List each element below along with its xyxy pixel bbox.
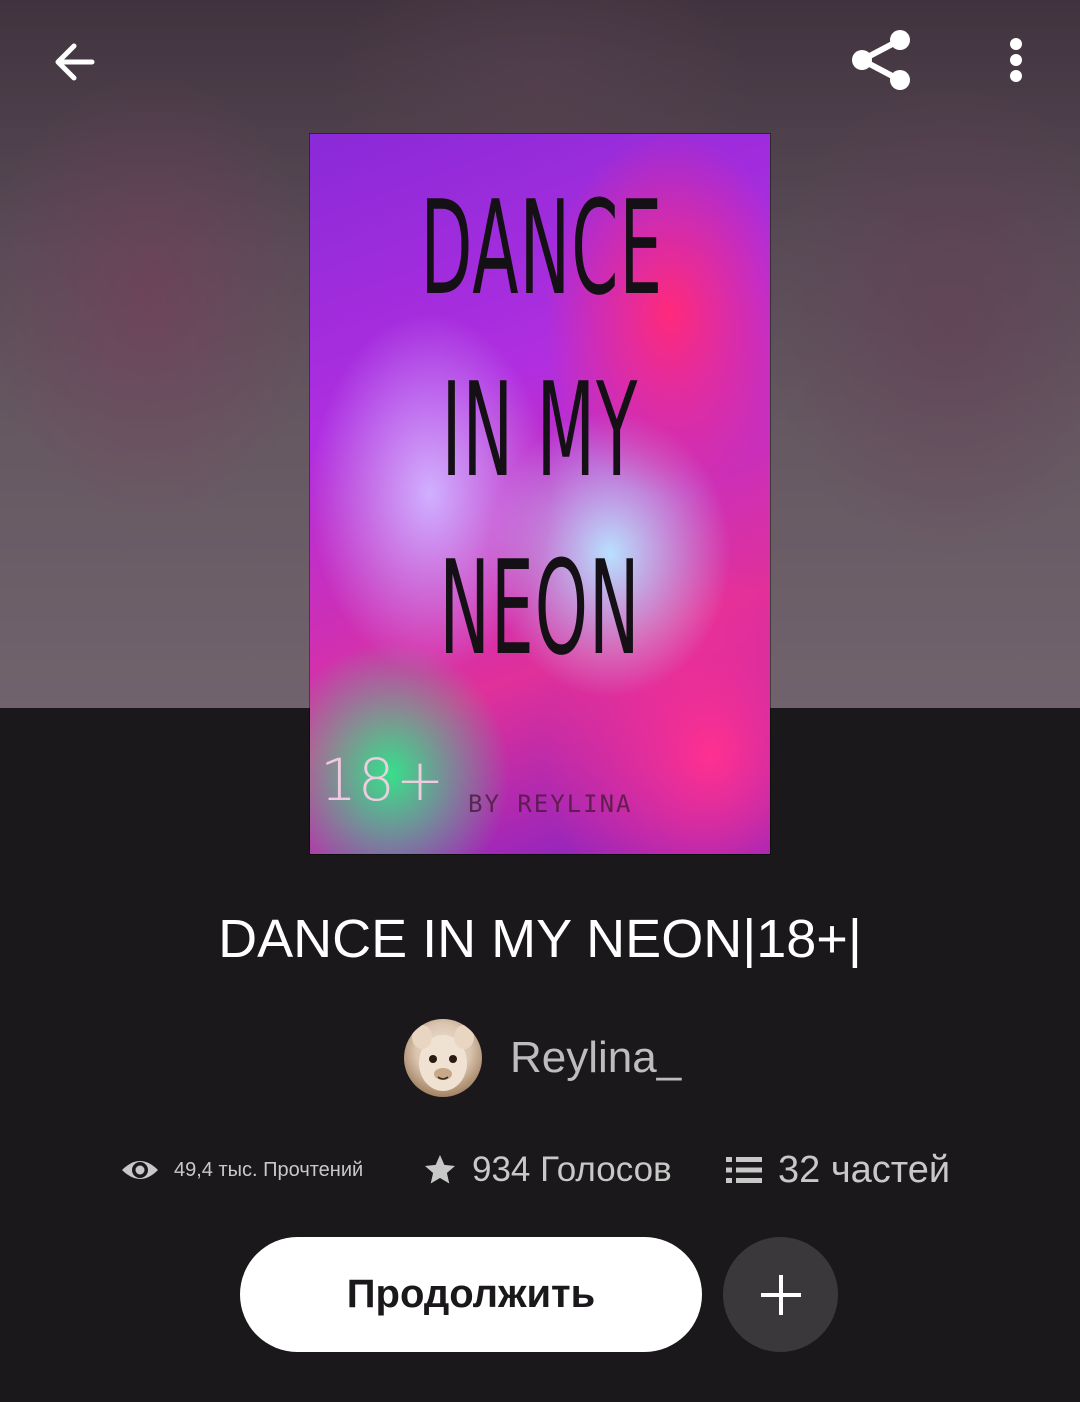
cover-byline: BY REYLINA: [468, 790, 633, 818]
book-cover[interactable]: DANCE IN MY NEON 18+ BY REYLINA: [310, 134, 770, 854]
share-icon: [852, 30, 910, 90]
back-button[interactable]: [38, 26, 110, 98]
author-name: Reylina_: [510, 1033, 682, 1082]
continue-reading-button[interactable]: Продолжить: [240, 1237, 702, 1352]
arrow-left-icon: [55, 43, 95, 81]
list-icon: [726, 1157, 762, 1183]
more-vertical-icon: [1010, 38, 1022, 82]
plus-icon: [760, 1274, 801, 1315]
votes-count: 934 Голосов: [472, 1150, 672, 1189]
reads-stat: 49,4 тыс. Прочтений: [120, 1140, 363, 1200]
parts-count: 32 частей: [778, 1148, 951, 1191]
author-link[interactable]: Reylina_: [404, 1018, 681, 1098]
add-to-library-button[interactable]: [723, 1237, 838, 1352]
eye-icon: [122, 1161, 158, 1179]
cover-title-line: IN MY: [441, 354, 639, 506]
story-stats: 49,4 тыс. Прочтений 934 Голосов 32 часте…: [0, 1140, 1080, 1200]
star-icon: [425, 1155, 455, 1184]
alpaca-avatar-image: [412, 1025, 474, 1091]
share-button[interactable]: [840, 24, 920, 96]
more-options-button[interactable]: [990, 24, 1042, 96]
cover-age-badge: 18+: [320, 746, 446, 814]
avatar: [404, 1019, 482, 1097]
cover-title-line: DANCE: [420, 172, 664, 324]
parts-stat: 32 частей: [726, 1140, 950, 1200]
cover-title-line: NEON: [439, 532, 641, 684]
story-title: DANCE IN MY NEON|18+|: [218, 909, 862, 969]
story-details-screen: DANCE IN MY NEON 18+ BY REYLINA DANCE IN…: [0, 0, 1080, 1402]
reads-count: 49,4 тыс. Прочтений: [174, 1158, 364, 1181]
votes-stat: 934 Голосов: [422, 1140, 672, 1200]
